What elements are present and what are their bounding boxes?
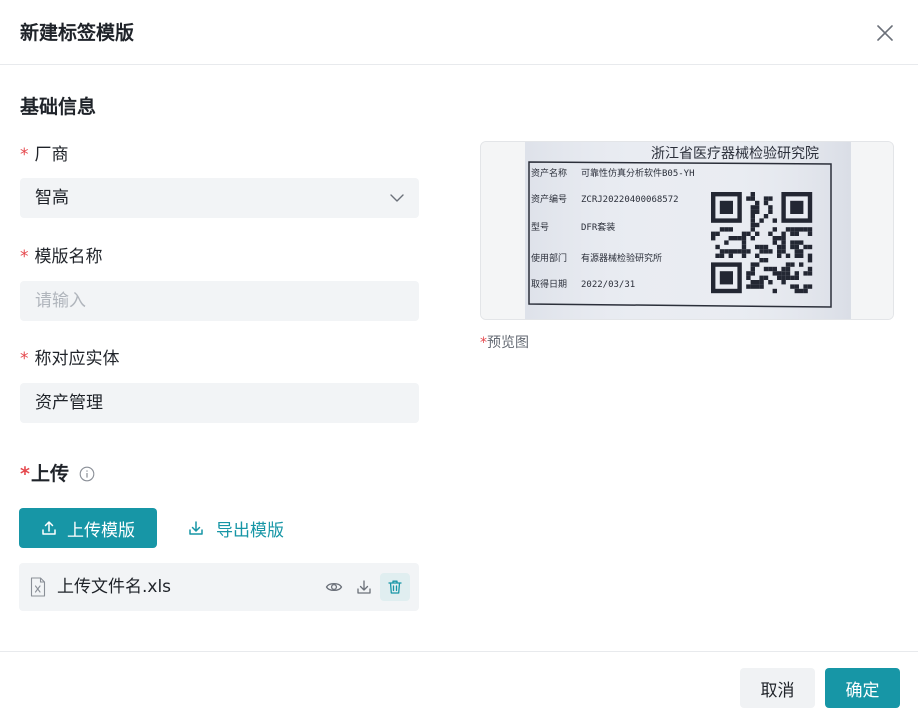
entity-label: * 称对应实体 xyxy=(20,349,120,369)
upload-label: *上传 xyxy=(20,463,69,485)
label-row-value: DFR套装 xyxy=(581,221,615,233)
upload-template-button[interactable]: 上传模版 xyxy=(19,508,157,548)
file-name: 上传文件名.xls xyxy=(57,577,172,597)
trash-icon xyxy=(388,580,402,594)
confirm-button[interactable]: 确定 xyxy=(825,668,900,708)
upload-template-label: 上传模版 xyxy=(67,520,135,541)
footer-divider xyxy=(0,651,918,652)
chevron-down-icon xyxy=(390,194,404,202)
label-row-key: 取得日期 xyxy=(531,278,567,290)
upload-icon xyxy=(42,521,56,535)
required-mark: * xyxy=(20,463,30,485)
export-template-link[interactable]: 导出模版 xyxy=(188,508,284,548)
required-mark: * xyxy=(20,145,29,165)
label-org: 浙江省医疗器械检验研究院 xyxy=(651,146,819,162)
template-name-field[interactable] xyxy=(20,281,419,321)
label-row-value: 有源器械检验研究所 xyxy=(581,252,662,264)
preview-label: *预览图 xyxy=(480,335,529,351)
eye-icon xyxy=(325,582,343,592)
section-title-basic-info: 基础信息 xyxy=(20,96,97,118)
download-icon xyxy=(357,580,371,594)
excel-file-icon xyxy=(30,577,46,597)
delete-file-button[interactable] xyxy=(380,573,410,601)
preview-image: 浙江省医疗器械检验研究院 资产名称 可靠性仿真分析软件B05-YH 资产编号 ZCRJ… xyxy=(480,141,894,320)
label-row-key: 型号 xyxy=(531,222,549,233)
entity-field[interactable]: 资产管理 xyxy=(20,383,419,423)
info-circle-icon[interactable] xyxy=(79,466,95,482)
close-button[interactable] xyxy=(872,20,898,46)
dialog-title: 新建标签模版 xyxy=(20,22,135,44)
vendor-select[interactable]: 智高 xyxy=(20,178,419,218)
template-name-input[interactable] xyxy=(20,281,419,321)
required-mark: * xyxy=(480,335,487,351)
uploaded-file-item: 上传文件名.xls xyxy=(19,563,419,611)
cancel-button[interactable]: 取消 xyxy=(740,668,815,708)
close-icon xyxy=(877,25,893,41)
required-mark: * xyxy=(20,247,29,267)
vendor-select-value: 智高 xyxy=(35,188,69,208)
label-row-key: 资产编号 xyxy=(531,193,567,205)
download-icon xyxy=(189,521,203,535)
export-template-label: 导出模版 xyxy=(216,520,284,541)
label-row-value: ZCRJ20220400068572 xyxy=(581,195,679,205)
preview-file-button[interactable] xyxy=(319,573,349,601)
required-mark: * xyxy=(20,349,29,369)
label-row-key: 资产名称 xyxy=(531,167,567,179)
entity-value: 资产管理 xyxy=(35,393,103,413)
download-file-button[interactable] xyxy=(349,573,379,601)
label-row-key: 使用部门 xyxy=(531,252,567,264)
label-row-value: 2022/03/31 xyxy=(581,280,635,290)
template-name-label: * 模版名称 xyxy=(20,247,103,267)
label-row-value: 可靠性仿真分析软件B05-YH xyxy=(581,167,695,179)
asset-label-photo: 浙江省医疗器械检验研究院 资产名称 可靠性仿真分析软件B05-YH 资产编号 ZCRJ… xyxy=(481,142,893,319)
vendor-label: * 厂商 xyxy=(20,145,69,165)
dialog-header: 新建标签模版 xyxy=(0,0,918,65)
